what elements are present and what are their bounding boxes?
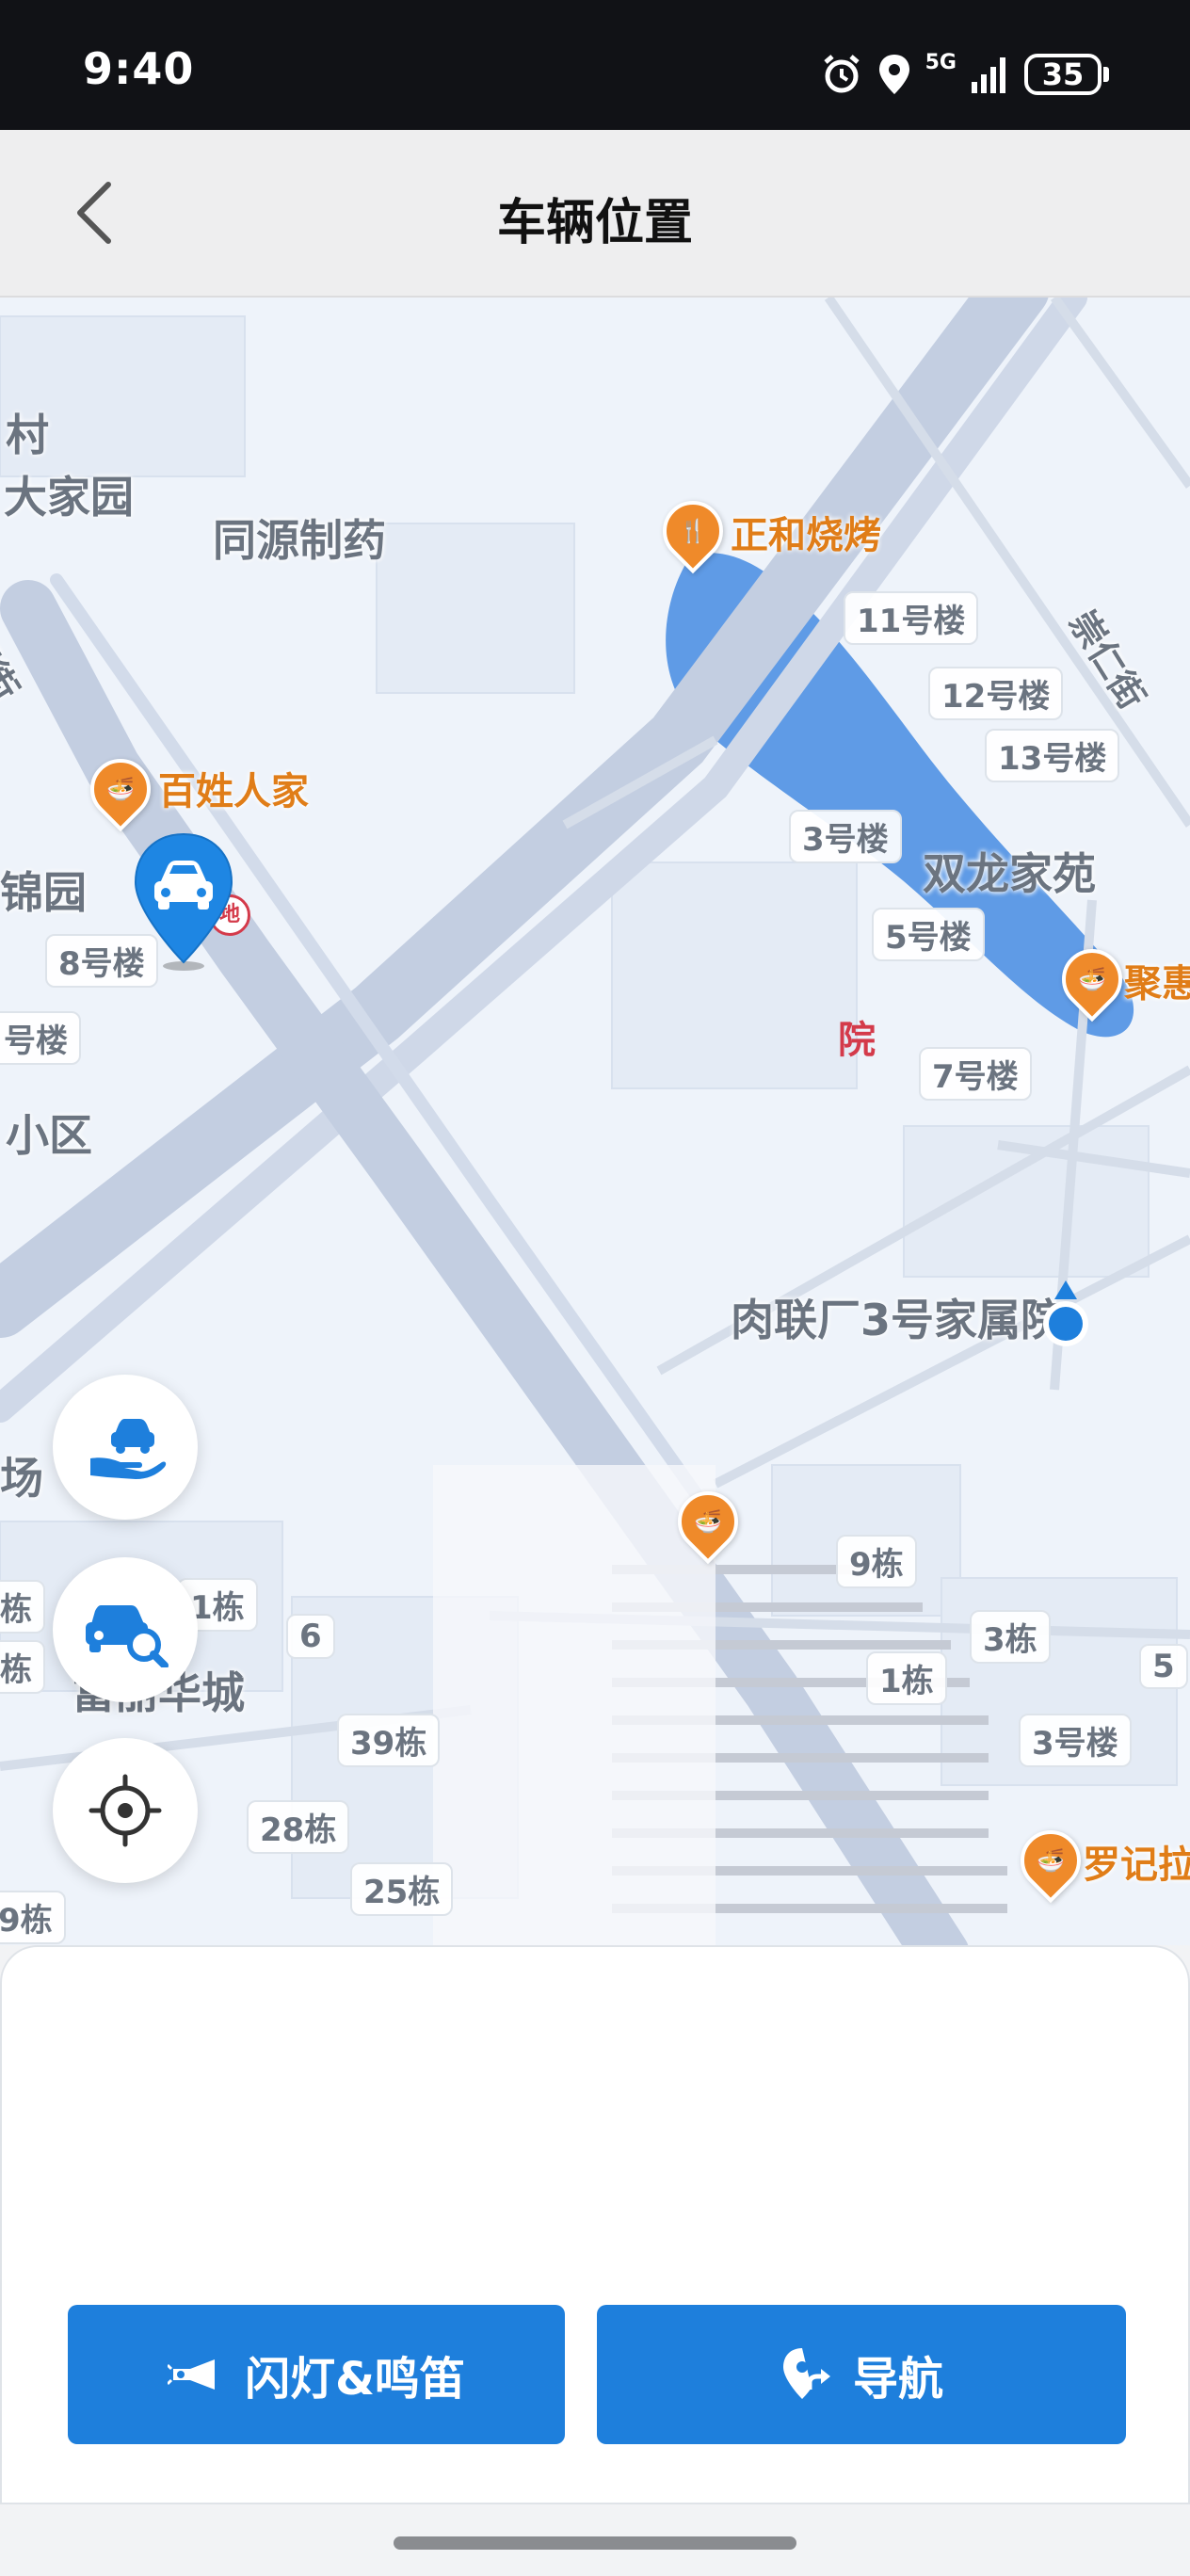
car-search-icon	[86, 1605, 169, 1667]
building-label: 28栋	[247, 1800, 350, 1854]
area-label: 锦园	[0, 867, 87, 918]
building-label: 7号楼	[919, 1047, 1032, 1101]
building-label: 25栋	[350, 1862, 454, 1916]
area-label: 同源制药	[213, 515, 386, 566]
building-label: 5	[1139, 1644, 1188, 1689]
home-indicator[interactable]	[394, 2536, 796, 2550]
user-location-marker	[1043, 1280, 1088, 1346]
flash-horn-button[interactable]: 闪灯&鸣笛	[68, 2305, 565, 2444]
status-icons: 5G 35	[820, 51, 1109, 98]
find-car-button[interactable]	[53, 1557, 198, 1702]
map-view[interactable]: 村 大家园 同源制药 锦园 小区 双龙家苑 肉联厂3号家属院 场 富丽华城 区街…	[0, 298, 1190, 1945]
horn-icon	[168, 2359, 216, 2390]
network-type: 5G	[925, 51, 957, 74]
building-label: 9栋	[836, 1535, 917, 1588]
building-label: 11号楼	[844, 591, 979, 645]
locate-me-button[interactable]	[53, 1738, 198, 1883]
poi-label[interactable]: 聚惠	[1124, 953, 1190, 1007]
battery-icon: 35	[1024, 54, 1109, 95]
car-location-marker[interactable]	[132, 830, 235, 972]
building-label: 12号楼	[928, 667, 1064, 720]
page-title: 车辆位置	[496, 195, 693, 251]
location-icon	[878, 55, 909, 94]
building-label: 13号楼	[985, 729, 1120, 782]
building-label: 6	[286, 1614, 335, 1659]
area-label: 小区	[6, 1110, 92, 1161]
app-header: 车辆位置	[0, 130, 1190, 298]
building-label: 栋	[0, 1580, 45, 1634]
poi-label[interactable]: 正和烧烤	[731, 505, 881, 559]
signal-icon	[972, 57, 1005, 93]
vehicle-address-area	[58, 2022, 1132, 2182]
navigation-pin-icon	[782, 2348, 830, 2399]
building-label: 号楼	[0, 1011, 81, 1065]
building-label: 39栋	[337, 1714, 441, 1767]
area-label: 双龙家苑	[923, 848, 1096, 899]
car-handover-button[interactable]	[53, 1375, 198, 1520]
status-bar: 9:40 5G 35	[0, 0, 1190, 130]
area-label: 场	[0, 1453, 43, 1504]
area-label: 大家园	[4, 472, 134, 523]
building-label: 3号楼	[1019, 1714, 1132, 1767]
building-label: 栋	[0, 1640, 45, 1694]
building-label: 5号楼	[872, 908, 985, 961]
building-label: 9栋	[0, 1891, 66, 1944]
status-time: 9:40	[83, 43, 195, 94]
locate-target-icon	[88, 1774, 162, 1847]
gesture-area	[0, 2504, 1190, 2576]
flash-horn-label: 闪灯&鸣笛	[245, 2353, 465, 2406]
area-label: 肉联厂3号家属院	[731, 1295, 1065, 1345]
hand-car-icon	[90, 1419, 167, 1479]
vehicle-info-panel: 闪灯&鸣笛 导航	[0, 1945, 1190, 2504]
building-label: 3栋	[970, 1610, 1051, 1664]
poi-label[interactable]: 罗记拉	[1083, 1834, 1190, 1889]
area-label: 村	[6, 410, 49, 460]
building-label: 1栋	[866, 1651, 947, 1705]
alarm-icon	[823, 55, 860, 93]
poi-label[interactable]: 百姓人家	[158, 761, 309, 815]
navigate-button[interactable]: 导航	[597, 2305, 1126, 2444]
battery-level: 35	[1024, 54, 1102, 95]
navigate-label: 导航	[852, 2353, 943, 2406]
hospital-label: 院	[838, 1019, 876, 1062]
building-label: 3号楼	[789, 810, 902, 863]
